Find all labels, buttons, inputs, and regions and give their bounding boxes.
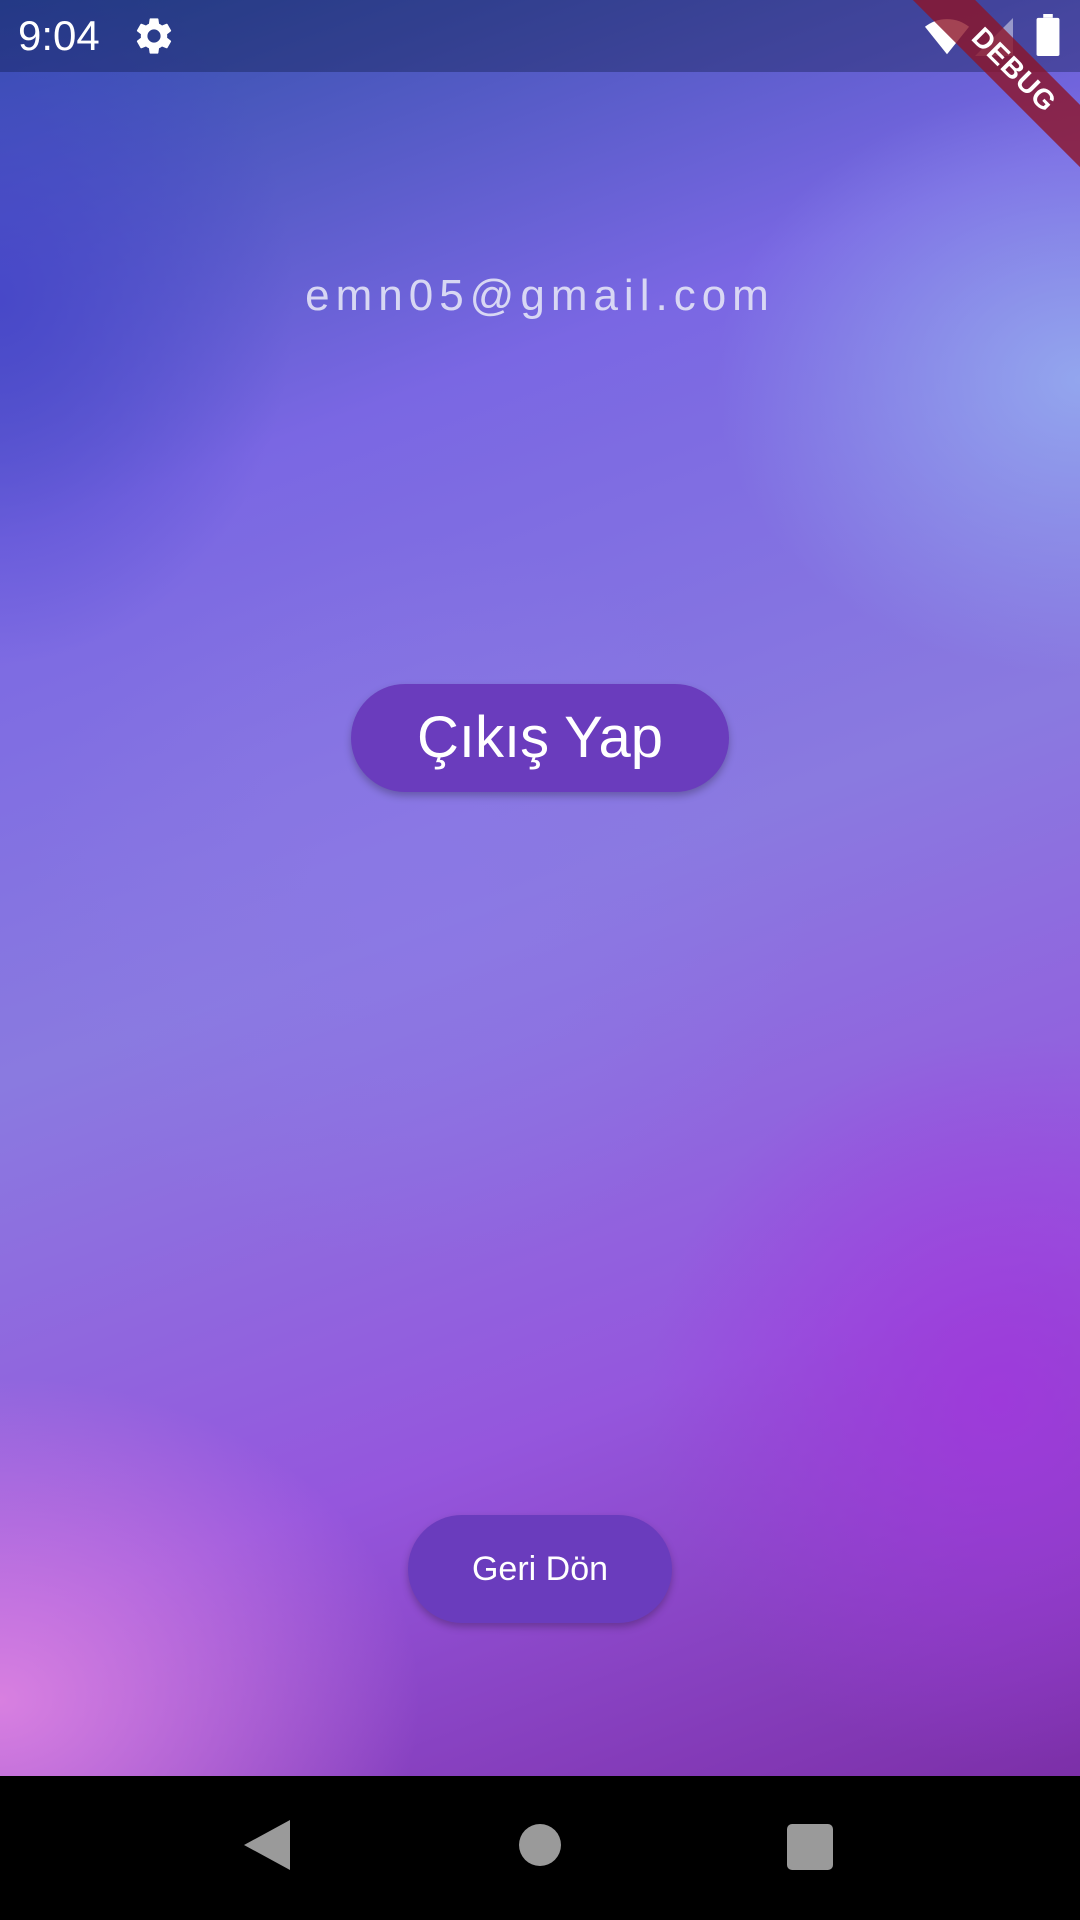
home-circle-icon[interactable] xyxy=(519,1824,561,1866)
settings-gear-icon xyxy=(136,18,172,54)
battery-icon xyxy=(1036,14,1060,56)
cellular-signal-icon xyxy=(975,18,1013,56)
app-background: 9:04 DEBUG emn05@gmail.com Çıkış Yap Ger… xyxy=(0,0,1080,1776)
screen: 9:04 DEBUG emn05@gmail.com Çıkış Yap Ger… xyxy=(0,0,1080,1920)
wifi-icon xyxy=(924,19,970,55)
back-triangle-icon[interactable] xyxy=(244,1820,290,1870)
logout-button[interactable]: Çıkış Yap xyxy=(351,684,729,792)
recents-square-icon[interactable] xyxy=(787,1824,833,1870)
system-navigation-bar xyxy=(0,1776,1080,1920)
back-button[interactable]: Geri Dön xyxy=(408,1515,672,1623)
user-email: emn05@gmail.com xyxy=(305,271,775,320)
status-bar: 9:04 xyxy=(0,0,1080,72)
status-time: 9:04 xyxy=(18,12,100,59)
